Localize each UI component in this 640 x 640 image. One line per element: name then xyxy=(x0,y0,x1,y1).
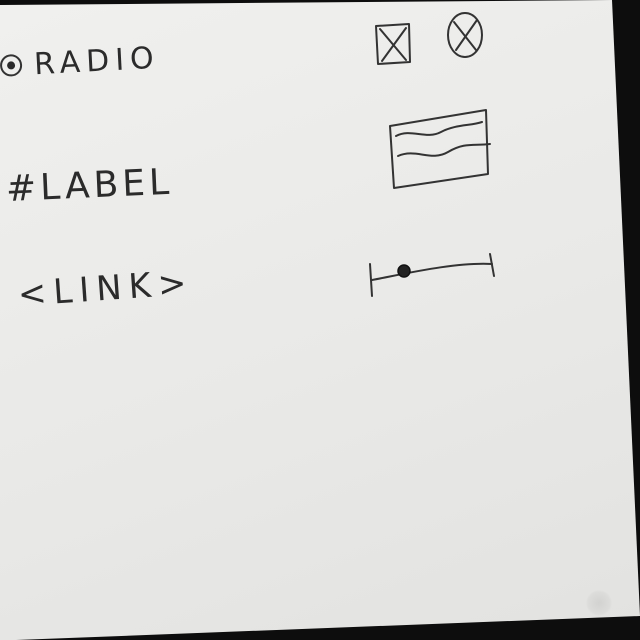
text-area-box[interactable] xyxy=(386,106,496,194)
radio-selected-icon[interactable] xyxy=(0,51,29,80)
hyperlink[interactable]: <LINK> xyxy=(17,263,195,315)
radio-option[interactable]: RADIO xyxy=(0,35,171,84)
paper-shadow xyxy=(586,590,612,616)
static-label: #LABEL xyxy=(5,161,174,210)
checkbox-x-icon[interactable] xyxy=(372,20,414,68)
radio-label: RADIO xyxy=(33,40,161,83)
sketch-paper: RADIO #LABEL <LINK> xyxy=(0,0,640,640)
slider-knob xyxy=(397,264,411,278)
circle-x-icon[interactable] xyxy=(444,8,488,60)
slider-track[interactable] xyxy=(364,252,500,304)
